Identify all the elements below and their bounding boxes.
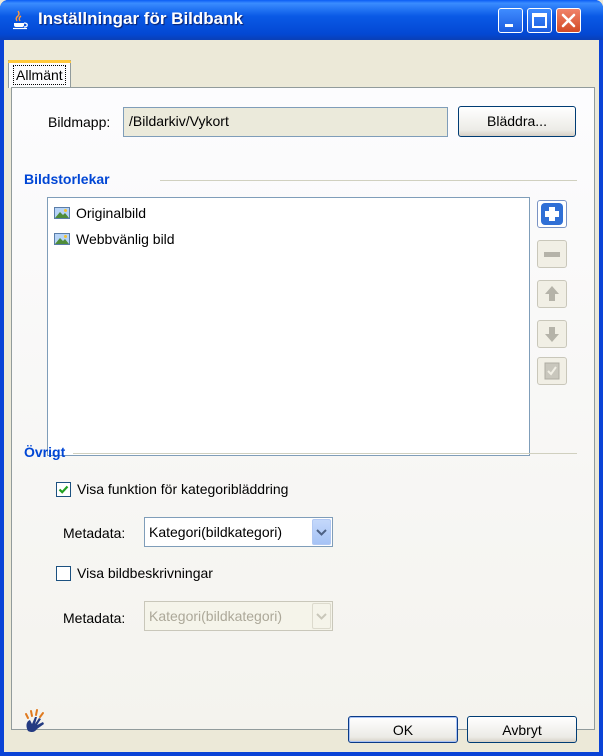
metadata-label: Metadata: (63, 610, 126, 626)
image-icon (54, 207, 70, 219)
dialog-window: Inställningar för Bildbank Allmänt Bildm… (0, 0, 603, 756)
move-down-button[interactable] (537, 320, 567, 348)
chevron-down-icon (316, 529, 327, 536)
hand-logo-icon (25, 709, 44, 733)
ok-label: OK (392, 722, 414, 738)
image-icon (54, 233, 70, 245)
edit-size-button[interactable] (537, 357, 567, 385)
metadata-description-value: Kategori(bildkategori) (149, 608, 283, 624)
move-up-button[interactable] (537, 280, 567, 308)
category-browse-checkbox[interactable] (56, 482, 71, 497)
other-separator (73, 453, 577, 454)
dropdown-arrow[interactable] (312, 603, 331, 629)
remove-icon (544, 252, 560, 257)
browse-button[interactable]: Bläddra... (458, 106, 576, 137)
add-icon (541, 203, 563, 225)
list-item-label: Webbvänlig bild (76, 231, 175, 247)
move-up-icon (545, 286, 559, 301)
checkmark-icon (58, 485, 69, 494)
show-descriptions-checkbox[interactable] (56, 566, 71, 581)
folder-label: Bildmapp: (48, 114, 111, 130)
cancel-label: Avbryt (502, 722, 542, 738)
other-section-title: Övrigt (24, 444, 66, 460)
chevron-down-icon (316, 613, 327, 620)
tab-allmant[interactable]: Allmänt (7, 60, 71, 88)
cancel-button[interactable]: Avbryt (467, 716, 577, 743)
folder-path-field: /Bildarkiv/Vykort (123, 107, 448, 137)
image-sizes-list[interactable]: Originalbild Webbvänlig bild (47, 197, 530, 456)
java-coffee-icon (13, 10, 28, 30)
ok-button[interactable]: OK (348, 716, 458, 743)
window-title: Inställningar för Bildbank (38, 9, 243, 28)
list-item-label: Originalbild (76, 205, 147, 221)
sizes-section-title: Bildstorlekar (24, 171, 110, 187)
browse-label: Bläddra... (487, 113, 547, 129)
minimize-button[interactable] (498, 8, 523, 33)
remove-size-button[interactable] (537, 240, 567, 268)
close-button[interactable] (556, 8, 581, 33)
close-icon (561, 13, 576, 28)
title-bar[interactable]: Inställningar för Bildbank (0, 0, 603, 40)
dialog-client-area: Allmänt Bildmapp: /Bildarkiv/Vykort Bläd… (4, 40, 599, 752)
show-descriptions-label[interactable]: Visa bildbeskrivningar (77, 565, 213, 581)
folder-path-value: /Bildarkiv/Vykort (129, 113, 229, 129)
maximize-button[interactable] (527, 8, 552, 33)
move-down-icon (545, 327, 559, 342)
category-browse-label[interactable]: Visa funktion för kategoribläddring (77, 481, 288, 497)
metadata-description-select[interactable]: Kategori(bildkategori) (144, 601, 333, 631)
add-size-button[interactable] (537, 200, 567, 228)
metadata-category-select[interactable]: Kategori(bildkategori) (144, 517, 333, 547)
sizes-separator (160, 180, 577, 181)
tab-label: Allmänt (13, 65, 66, 85)
metadata-label: Metadata: (63, 525, 126, 541)
minimize-icon (505, 24, 513, 27)
metadata-category-value: Kategori(bildkategori) (149, 524, 283, 540)
maximize-icon (532, 13, 547, 28)
edit-icon (544, 362, 560, 380)
dropdown-arrow[interactable] (312, 519, 331, 545)
